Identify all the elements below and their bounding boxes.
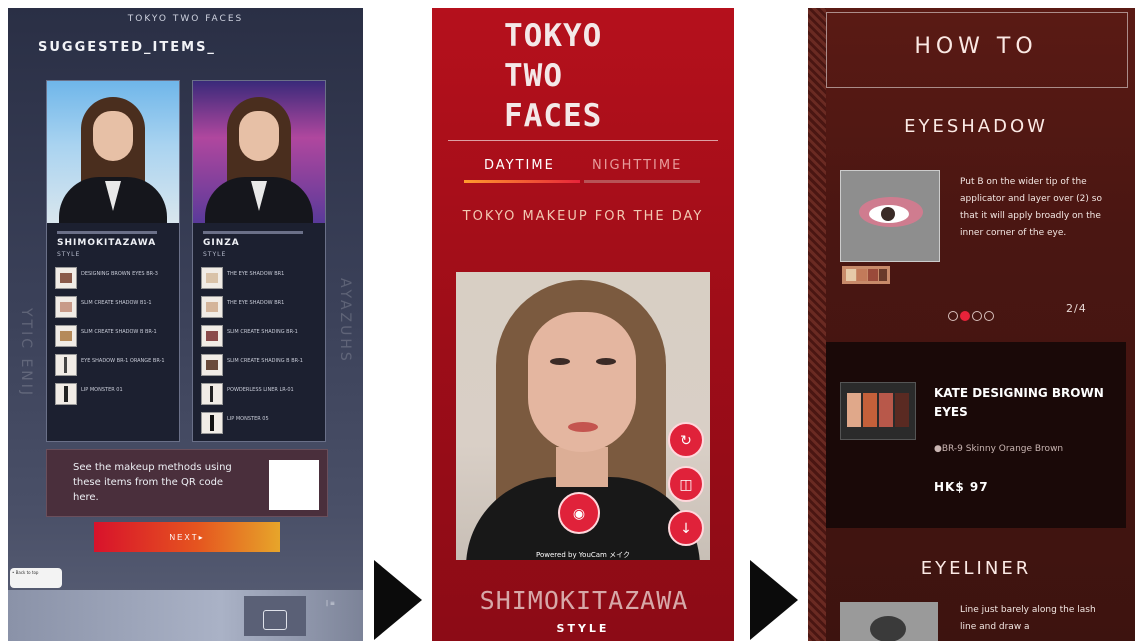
eyeliner-step-image — [840, 602, 938, 641]
camera-icon[interactable] — [263, 610, 287, 630]
product-thumbnail — [201, 325, 223, 347]
back-to-top-badge[interactable]: • Back to top — [10, 568, 62, 588]
product-label: DESIGNING BROWN EYES BR-3 — [81, 271, 158, 277]
product-label: SLIM CREATE SHADING BR-1 — [227, 329, 298, 335]
tab-daytime[interactable]: DAYTIME — [484, 158, 555, 173]
style-name: GINZA — [203, 238, 240, 248]
app-logo-title: TOKYO TWO FACES — [504, 18, 603, 134]
product-price: HK$ 97 — [934, 480, 989, 494]
eyeliner-section-title: EYELINER — [920, 558, 1032, 579]
camera-capture-icon[interactable]: ◉ — [558, 492, 600, 534]
next-button[interactable]: NEXT▸ — [94, 522, 280, 552]
product-thumbnail — [201, 267, 223, 289]
product-label: THE EYE SHADOW BR1 — [227, 271, 285, 277]
eyeliner-instructions: Line just barely along the lash line and… — [960, 605, 1096, 632]
product-thumbnail — [201, 412, 223, 434]
decorative-stripe — [808, 8, 826, 641]
flow-arrow-icon — [750, 560, 798, 640]
product-label: LIP MONSTER 05 — [227, 416, 269, 422]
eyeshadow-step-image — [840, 170, 940, 262]
flow-arrow-icon — [374, 560, 422, 640]
product-thumbnail — [55, 383, 77, 405]
carousel-dot[interactable] — [948, 311, 958, 321]
product-label: POWDERLESS LINER LR-01 — [227, 387, 294, 393]
tab-daytime-indicator — [464, 180, 580, 183]
kiosk-top-label: TOKYO TWO FACES — [127, 14, 244, 24]
product-label: EYE SHADOW BR-1 ORANGE BR-1 — [81, 358, 165, 364]
product-item[interactable]: SLIM CREATE SHADING B BR-1 — [201, 352, 319, 379]
product-thumbnail — [55, 296, 77, 318]
eyeshadow-section-title: EYESHADOW — [904, 116, 1048, 137]
footer-indicator: | ≡ — [326, 600, 335, 607]
product-thumbnail — [55, 354, 77, 376]
palette-swatch — [842, 266, 890, 284]
powered-by-label: Powered by YouCam メイク — [536, 551, 630, 559]
product-thumbnail — [201, 383, 223, 405]
kiosk-footer: | ≡ — [8, 590, 363, 641]
tab-nighttime[interactable]: NIGHTTIME — [592, 158, 682, 173]
tab-nighttime-indicator — [584, 180, 700, 183]
product-thumbnail — [55, 267, 77, 289]
carousel-dots[interactable] — [948, 306, 996, 325]
side-decoration-left: YTIC ENIJ — [18, 308, 34, 399]
product-label: SLIM CREATE SHADOW B BR-1 — [81, 329, 157, 335]
kiosk-suggested-items-screen: TOKYO TWO FACES SUGGESTED_ITEMS_ YTIC EN… — [8, 8, 363, 641]
qr-instructions: See the makeup methods using these items… — [73, 462, 232, 503]
model-photo — [193, 81, 325, 223]
product-item[interactable]: SLIM CREATE SHADOW B1-1 — [55, 294, 173, 321]
product-name: KATE DESIGNING BROWN EYES — [934, 386, 1104, 419]
product-item[interactable]: LIP MONSTER 01 — [55, 381, 173, 408]
product-item[interactable]: POWDERLESS LINER LR-01 — [201, 381, 319, 408]
product-item[interactable]: EYE SHADOW BR-1 ORANGE BR-1 — [55, 352, 173, 379]
qr-code[interactable] — [269, 460, 319, 510]
style-label: STYLE — [57, 251, 81, 258]
product-shade: ●BR-9 Skinny Orange Brown — [934, 444, 1064, 454]
suggested-items-heading: SUGGESTED_ITEMS_ — [38, 40, 216, 55]
product-card[interactable]: KATE DESIGNING BROWN EYES ●BR-9 Skinny O… — [826, 342, 1126, 528]
eyeshadow-instructions: Put B on the wider tip of the applicator… — [960, 177, 1102, 238]
style-name: SHIMOKITAZAWA — [57, 238, 157, 248]
style-label: STYLE — [203, 251, 227, 258]
side-decoration-right: AYAZUHS — [337, 278, 353, 364]
makeup-subtitle: TOKYO MAKEUP FOR THE DAY — [462, 209, 704, 224]
product-item[interactable]: SLIM CREATE SHADOW B BR-1 — [55, 323, 173, 350]
compare-icon[interactable]: ◫ — [668, 466, 704, 502]
product-label: SLIM CREATE SHADING B BR-1 — [227, 358, 303, 364]
carousel-dot[interactable] — [984, 311, 994, 321]
style-subtitle: STYLE — [556, 622, 610, 635]
how-to-title: HOW TO — [914, 34, 1038, 59]
product-label: LIP MONSTER 01 — [81, 387, 123, 393]
refresh-icon[interactable]: ↻ — [668, 422, 704, 458]
style-title: SHIMOKITAZAWA — [479, 586, 689, 615]
carousel-dot[interactable] — [972, 311, 982, 321]
qr-code-panel: See the makeup methods using these items… — [46, 449, 328, 517]
product-thumbnail — [201, 354, 223, 376]
how-to-screen: HOW TO EYESHADOW Put B on the wider tip … — [808, 8, 1135, 641]
product-item[interactable]: THE EYE SHADOW BR1 — [201, 265, 319, 292]
tokyo-two-faces-app-screen: TOKYO TWO FACES DAYTIME NIGHTTIME TOKYO … — [432, 8, 734, 641]
product-thumbnail — [201, 296, 223, 318]
product-label: THE EYE SHADOW BR1 — [227, 300, 285, 306]
product-item[interactable]: DESIGNING BROWN EYES BR-3 — [55, 265, 173, 292]
product-image — [840, 382, 916, 440]
product-item[interactable]: LIP MONSTER 05 — [201, 410, 319, 437]
product-thumbnail — [55, 325, 77, 347]
style-card-shimokitazawa[interactable]: SHIMOKITAZAWA STYLE DESIGNING BROWN EYES… — [46, 80, 180, 442]
carousel-dot-active[interactable] — [960, 311, 970, 321]
product-item[interactable]: SLIM CREATE SHADING BR-1 — [201, 323, 319, 350]
product-label: SLIM CREATE SHADOW B1-1 — [81, 300, 152, 306]
style-card-ginza[interactable]: GINZA STYLE THE EYE SHADOW BR1 THE EYE S… — [192, 80, 326, 442]
carousel-page-indicator: 2/4 — [1066, 302, 1087, 315]
product-item[interactable]: THE EYE SHADOW BR1 — [201, 294, 319, 321]
model-photo — [47, 81, 179, 223]
download-icon[interactable]: ↓ — [668, 510, 704, 546]
